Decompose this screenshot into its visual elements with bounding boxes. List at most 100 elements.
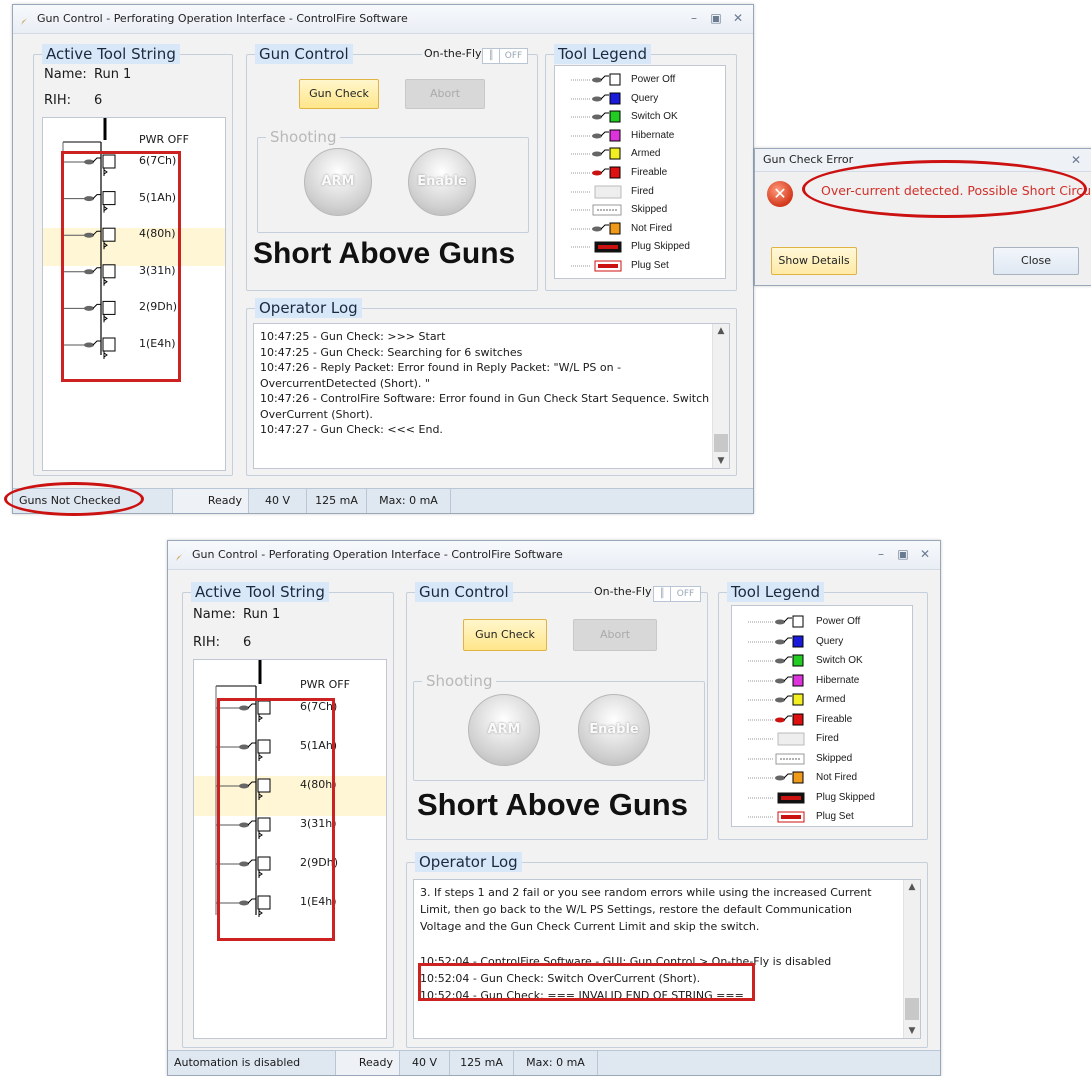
close-icon[interactable]: ✕ bbox=[916, 546, 934, 562]
legend-label: Not Fired bbox=[816, 772, 858, 783]
gun-check-button[interactable]: Gun Check bbox=[463, 619, 547, 651]
legend-label: Switch OK bbox=[816, 655, 863, 666]
dialog-close-icon[interactable]: ✕ bbox=[1067, 152, 1085, 168]
legend-symbol-icon bbox=[748, 615, 804, 628]
legend-row: Not Fired bbox=[555, 221, 725, 237]
name-label: Name: bbox=[44, 67, 87, 82]
on-the-fly-label: On-the-Fly bbox=[422, 47, 484, 60]
legend-label: Plug Skipped bbox=[631, 241, 690, 253]
group-title: Operator Log bbox=[415, 852, 522, 872]
log-scrollbar[interactable]: ▲ ▼ bbox=[903, 880, 920, 1038]
pwr-off-label: PWR OFF bbox=[300, 678, 350, 691]
legend-label: Fired bbox=[816, 733, 839, 744]
show-details-button[interactable]: Show Details bbox=[771, 247, 857, 275]
abort-button[interactable]: Abort bbox=[405, 79, 485, 109]
app-feather-icon bbox=[21, 14, 31, 25]
log-line: 10:47:25 - Gun Check: >>> Start bbox=[260, 330, 446, 343]
legend-label: Plug Set bbox=[816, 811, 854, 822]
log-line: 10:47:25 - Gun Check: Searching for 6 sw… bbox=[260, 345, 523, 359]
legend-label: Plug Skipped bbox=[816, 791, 875, 803]
legend-label: Skipped bbox=[631, 204, 668, 216]
status-automation: Automation is disabled bbox=[168, 1051, 336, 1075]
log-scrollbar[interactable]: ▲ ▼ bbox=[712, 324, 729, 468]
title-bar[interactable]: Gun Control - Perforating Operation Inte… bbox=[168, 541, 940, 570]
scroll-thumb[interactable] bbox=[714, 434, 728, 452]
status-bar: Automation is disabled Ready 40 V 125 mA… bbox=[168, 1050, 940, 1075]
gun-check-button[interactable]: Gun Check bbox=[299, 79, 379, 109]
log-line: 3. If steps 1 and 2 fail or you see rand… bbox=[420, 886, 872, 899]
legend-label: Plug Set bbox=[631, 260, 669, 271]
shooting-title: Shooting bbox=[266, 127, 341, 147]
short-above-guns-message: Short Above Guns bbox=[253, 237, 516, 270]
scroll-thumb[interactable] bbox=[905, 998, 919, 1020]
maximize-icon[interactable]: ▣ bbox=[707, 10, 725, 26]
legend-symbol-icon bbox=[571, 92, 621, 105]
arm-button[interactable]: ARM bbox=[468, 694, 540, 766]
name-label: Name: bbox=[193, 607, 236, 622]
abort-button[interactable]: Abort bbox=[573, 619, 657, 651]
legend-symbol-icon bbox=[571, 110, 621, 123]
status-voltage: 40 V bbox=[400, 1051, 450, 1075]
scroll-up-icon[interactable]: ▲ bbox=[904, 880, 920, 894]
legend-symbol-icon bbox=[748, 753, 805, 764]
status-state: Ready bbox=[336, 1051, 400, 1075]
scroll-up-icon[interactable]: ▲ bbox=[713, 324, 729, 338]
legend-label: Hibernate bbox=[816, 674, 860, 686]
legend-symbol-icon bbox=[748, 654, 804, 667]
legend-row: Hibernate bbox=[555, 128, 725, 144]
on-the-fly-toggle[interactable]: ║ OFF bbox=[653, 586, 701, 602]
scroll-down-icon[interactable]: ▼ bbox=[904, 1024, 920, 1038]
status-state: Ready bbox=[173, 489, 249, 513]
legend-row: Plug Skipped bbox=[555, 239, 725, 255]
legend-row: Switch OK bbox=[732, 653, 912, 669]
log-line: 10:47:26 - ControlFire Software: Error f… bbox=[260, 392, 710, 405]
gun-control-group: Gun Control On-the-Fly ║ OFF Gun Check A… bbox=[406, 582, 708, 840]
legend-row: Switch OK bbox=[555, 109, 725, 125]
legend-row: Fired bbox=[732, 731, 912, 747]
minimize-icon[interactable]: – bbox=[872, 546, 890, 562]
group-title: Gun Control bbox=[415, 582, 513, 602]
error-icon: ✕ bbox=[767, 181, 793, 207]
rih-label: RIH: bbox=[44, 93, 72, 108]
tool-legend-group: Tool Legend Power Off Query Switch OK Hiber… bbox=[718, 582, 928, 840]
legend-symbol-icon bbox=[748, 732, 805, 746]
legend-symbol-icon bbox=[571, 185, 622, 199]
title-bar[interactable]: Gun Control - Perforating Operation Inte… bbox=[13, 5, 753, 34]
enable-button[interactable]: Enable bbox=[408, 148, 476, 216]
legend-symbol-icon bbox=[571, 260, 622, 272]
group-title: Tool Legend bbox=[554, 44, 652, 64]
operator-log-textbox[interactable]: 10:47:25 - Gun Check: >>> Start 10:47:25 … bbox=[253, 323, 730, 469]
legend-symbol-icon bbox=[571, 129, 621, 142]
rih-value: 6 bbox=[94, 93, 103, 108]
legend-row: Query bbox=[732, 634, 912, 650]
legend-row: Armed bbox=[555, 146, 725, 162]
operator-log-textbox[interactable]: 3. If steps 1 and 2 fail or you see rand… bbox=[413, 879, 921, 1039]
arm-button[interactable]: ARM bbox=[304, 148, 372, 216]
log-line: 10:47:26 - Reply Packet: Error found in … bbox=[260, 361, 622, 374]
short-above-guns-message: Short Above Guns bbox=[417, 787, 688, 822]
highlight-switches-box bbox=[217, 698, 335, 941]
dialog-close-button[interactable]: Close bbox=[993, 247, 1079, 275]
scroll-down-icon[interactable]: ▼ bbox=[713, 454, 729, 468]
legend-label: Switch OK bbox=[631, 111, 678, 123]
close-icon[interactable]: ✕ bbox=[729, 10, 747, 26]
log-line: Limit, then go back to the W/L PS Settin… bbox=[420, 903, 852, 917]
status-current: 125 mA bbox=[307, 489, 367, 513]
highlight-guns-not-checked bbox=[4, 482, 144, 516]
toggle-grip-icon: ║ bbox=[483, 49, 500, 63]
window-title: Gun Control - Perforating Operation Inte… bbox=[192, 548, 563, 561]
maximize-icon[interactable]: ▣ bbox=[894, 546, 912, 562]
minimize-icon[interactable]: – bbox=[685, 10, 703, 26]
legend-row: Not Fired bbox=[732, 770, 912, 786]
status-max: Max: 0 mA bbox=[514, 1051, 598, 1075]
on-the-fly-toggle[interactable]: ║ OFF bbox=[482, 48, 528, 64]
rih-value: 6 bbox=[243, 635, 252, 650]
legend-label: Query bbox=[816, 635, 844, 647]
gun-control-group: Gun Control On-the-Fly ║ OFF Gun Check A… bbox=[246, 44, 538, 291]
enable-button[interactable]: Enable bbox=[578, 694, 650, 766]
legend-symbol-icon bbox=[748, 713, 804, 725]
legend-symbol-icon bbox=[571, 241, 622, 253]
operator-log-group: Operator Log 3. If steps 1 and 2 fail or… bbox=[406, 852, 928, 1048]
legend-label: Query bbox=[631, 92, 659, 104]
legend-symbol-icon bbox=[748, 771, 804, 784]
